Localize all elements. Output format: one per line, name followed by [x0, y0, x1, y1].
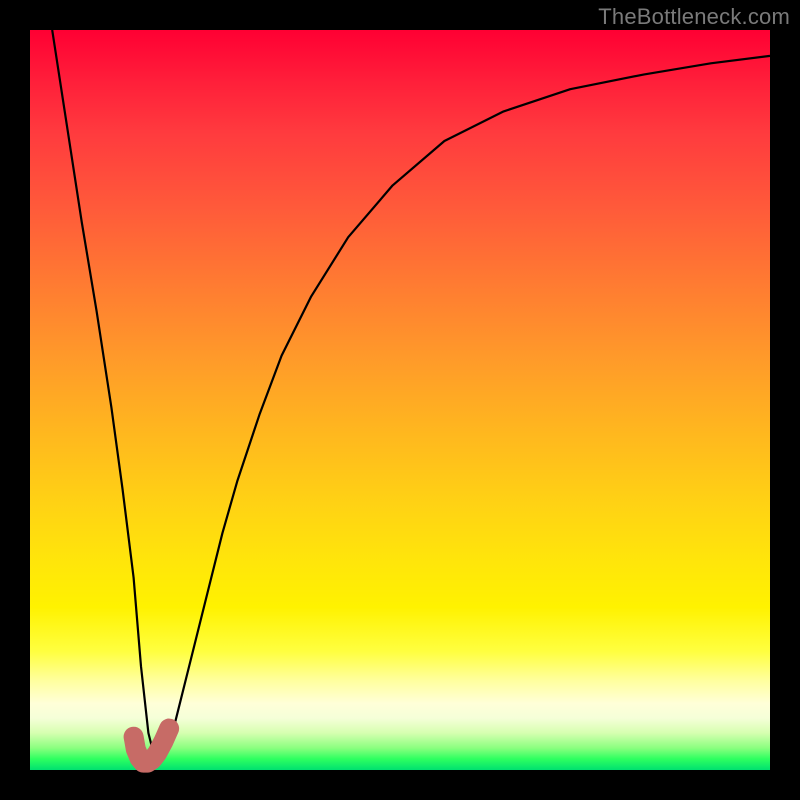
- curve-line: [52, 30, 770, 763]
- chart-frame: TheBottleneck.com: [0, 0, 800, 800]
- attribution-text: TheBottleneck.com: [598, 4, 790, 30]
- plot-area: [30, 30, 770, 770]
- marker-segment: [134, 729, 170, 763]
- chart-svg: [30, 30, 770, 770]
